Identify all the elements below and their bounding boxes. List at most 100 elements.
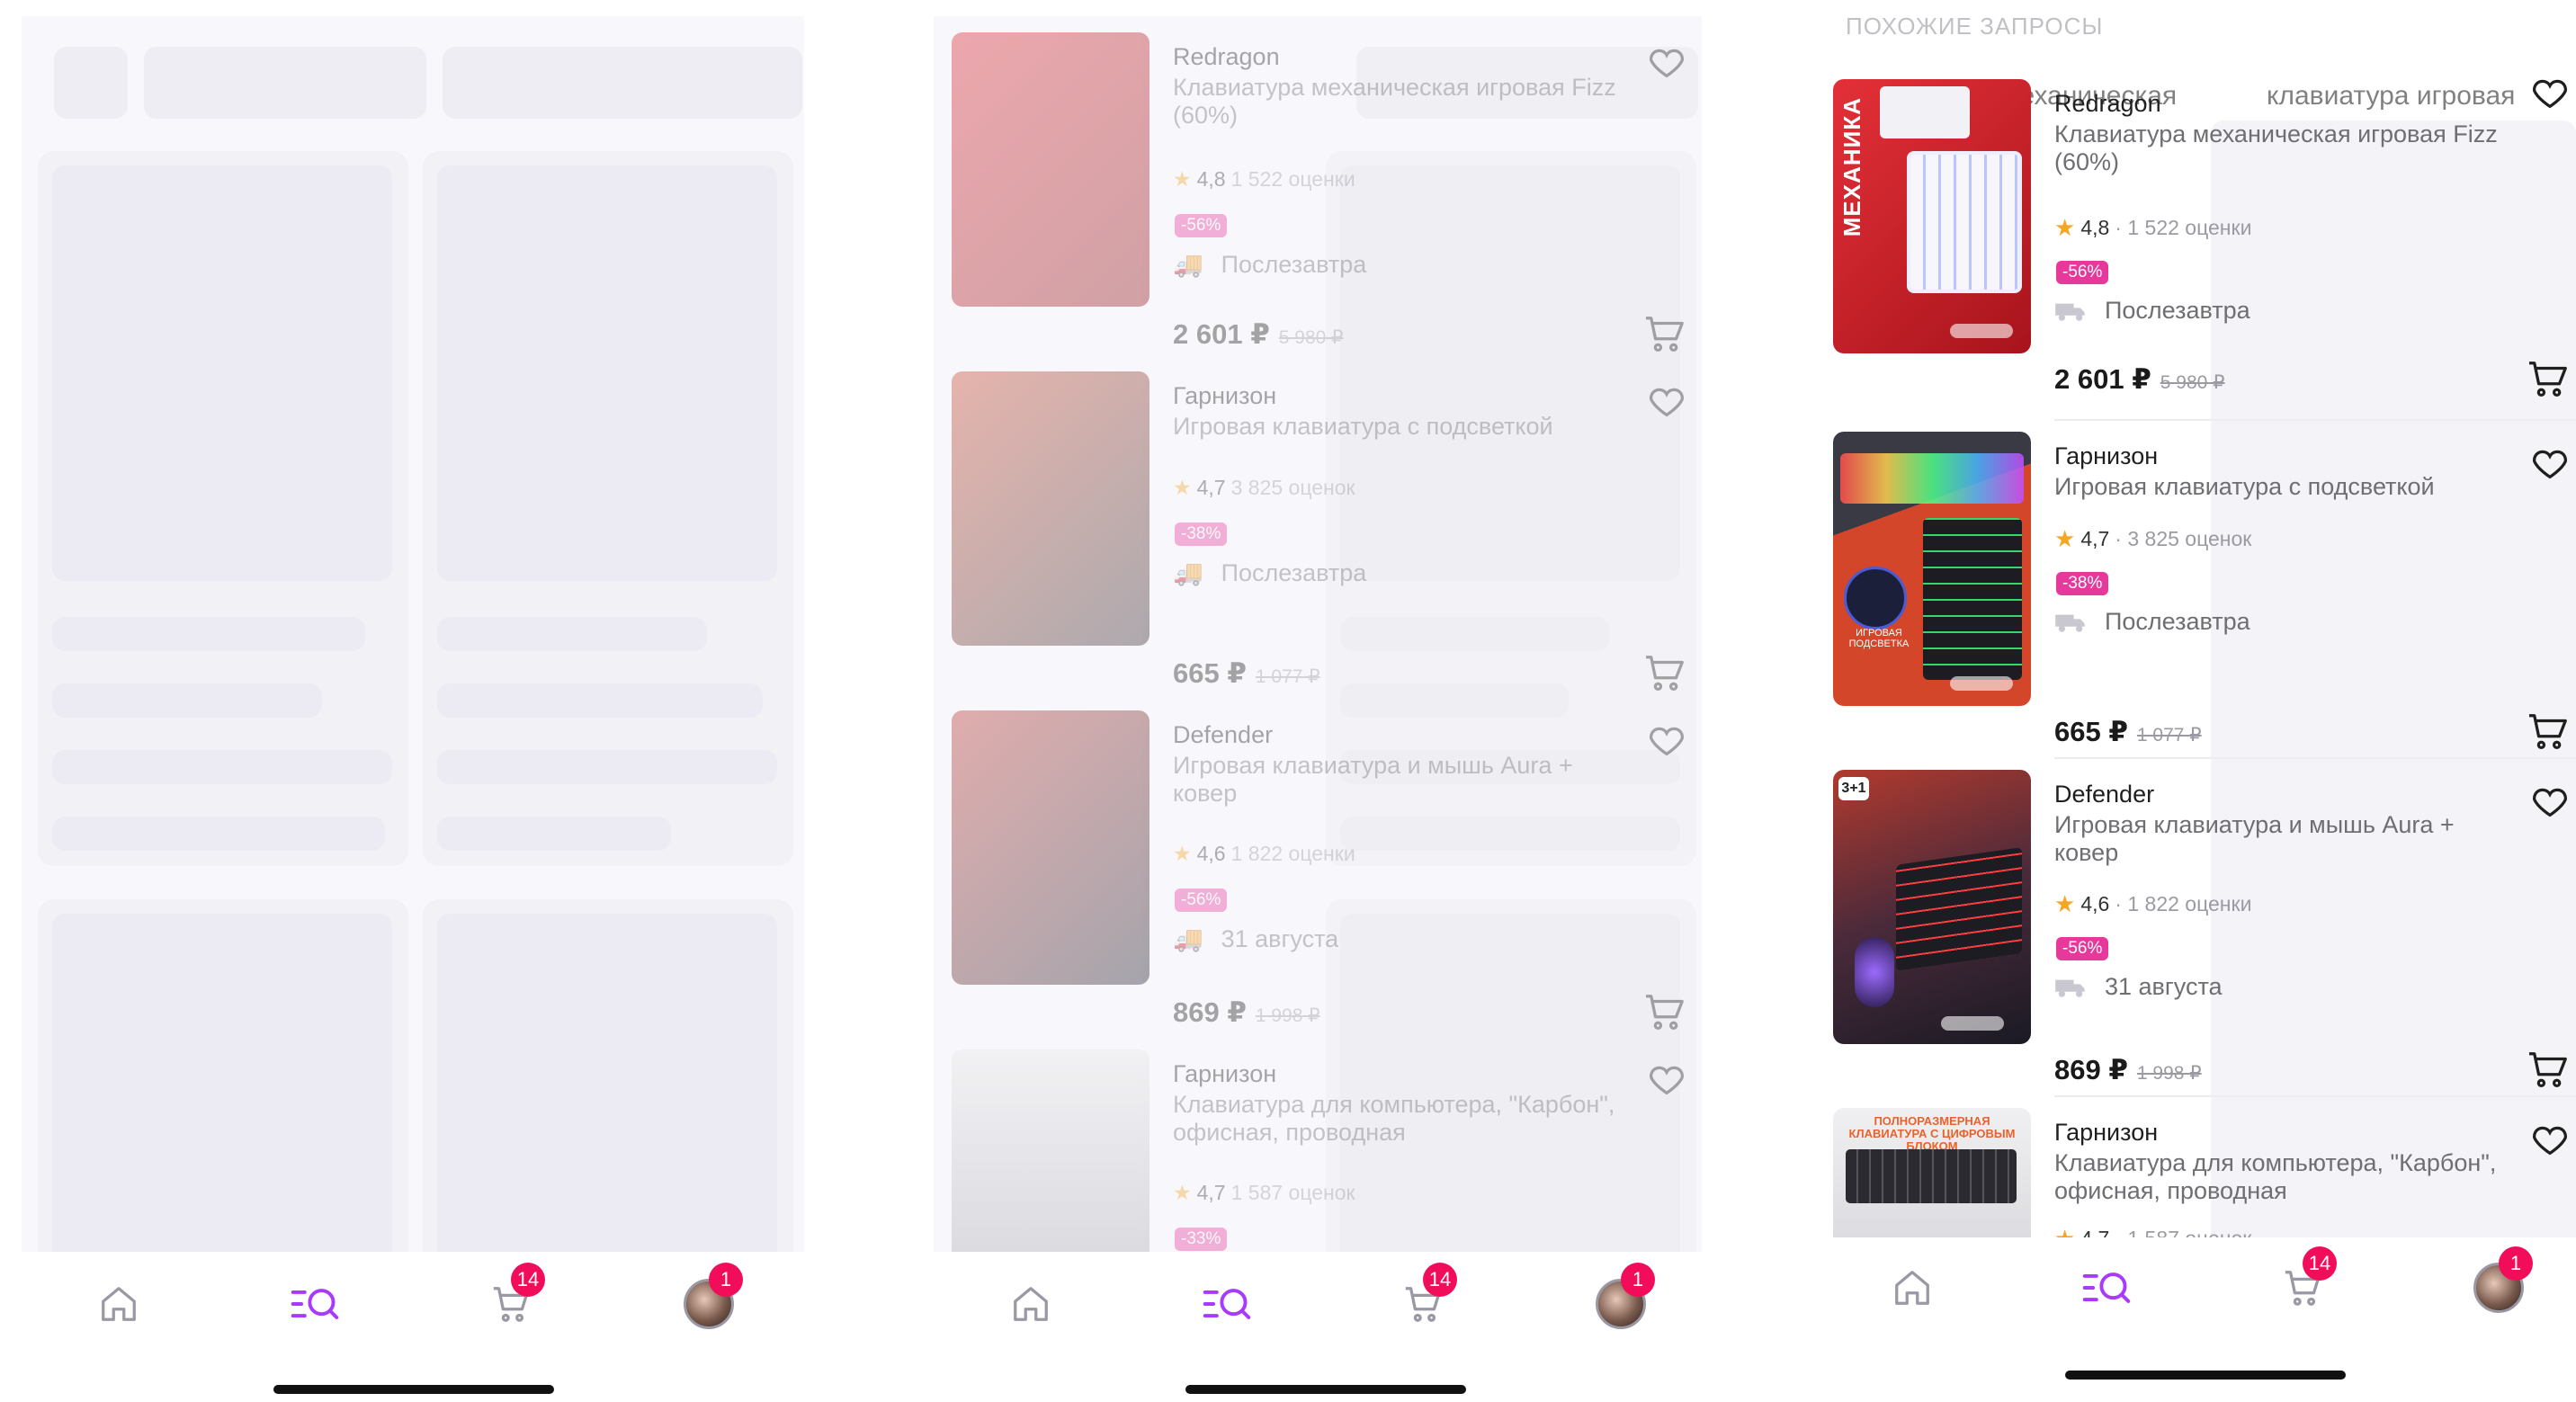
tab-catalog[interactable]: [1200, 1277, 1254, 1331]
tab-profile[interactable]: 1: [2472, 1246, 2533, 1315]
keyboard-image: [1907, 151, 2022, 293]
product-card[interactable]: Defender Игровая клавиатура и мышь Aura …: [952, 710, 1693, 1048]
add-to-cart-icon[interactable]: [2527, 358, 2572, 399]
product-brand: Redragon: [1173, 43, 1280, 70]
add-to-cart-icon[interactable]: [1644, 991, 1689, 1032]
divider: [2054, 757, 2576, 759]
truck-icon: [2055, 303, 2085, 321]
rating-value: 4,6: [2080, 892, 2110, 915]
product-image: 3+1: [1833, 770, 2031, 1044]
add-to-cart-icon[interactable]: [1644, 313, 1689, 354]
cart-badge: 14: [511, 1263, 545, 1297]
home-icon: [1895, 1271, 1929, 1305]
skeleton-line: [52, 683, 322, 718]
tab-catalog[interactable]: [2080, 1261, 2133, 1315]
profile-badge: 1: [709, 1263, 743, 1297]
reviews-count-text: 1 822 оценки: [2127, 892, 2252, 915]
product-card[interactable]: Гарнизон Игровая клавиатура с подсветкой…: [952, 371, 1693, 709]
product-image: ПОЛНОРАЗМЕРНАЯ КЛАВИАТУРА С ЦИФРОВЫМ БЛО…: [1833, 1108, 2031, 1248]
current-price: 665 ₽: [1173, 657, 1247, 689]
heart-icon[interactable]: [1646, 41, 1687, 83]
product-rating: ★ 4,7 · 3 825 оценок: [2054, 525, 2251, 553]
skeleton-line: [52, 817, 385, 851]
current-price: 665 ₽: [2054, 716, 2128, 747]
add-to-cart-icon[interactable]: [2527, 710, 2572, 752]
product-title: Игровая клавиатура с подсветкой: [1173, 413, 1553, 440]
product-brand: Гарнизон: [1173, 1060, 1277, 1087]
truck-icon: [2055, 614, 2085, 632]
old-price: 1 077 ₽: [2136, 725, 2202, 746]
delivery-info: 🚚 Послезавтра: [1173, 558, 1366, 587]
product-rating: ★ 4,8 1 522 оценки: [1173, 167, 1355, 192]
phone-loading-skeleton: 14 1: [22, 16, 804, 1402]
star-icon: ★: [2054, 525, 2076, 552]
rating-value: 4,6: [1196, 842, 1226, 865]
product-rating: ★ 4,6 1 822 оценки: [1173, 842, 1355, 866]
product-rating: ★ 4,7 1 587 оценок: [1173, 1181, 1355, 1205]
divider: [2054, 1095, 2576, 1097]
delivery-date: 31 августа: [1221, 924, 1339, 952]
product-card[interactable]: 3+1 Defender Игровая клавиатура и мышь A…: [1833, 770, 2576, 1107]
star-icon: ★: [1173, 476, 1192, 499]
product-card[interactable]: ПОЛНОРАЗМЕРНАЯ КЛАВИАТУРА С ЦИФРОВЫМ БЛО…: [1833, 1108, 2576, 1248]
tab-catalog[interactable]: [288, 1277, 342, 1331]
heart-icon[interactable]: [2529, 72, 2571, 113]
discount-badge: -56%: [1175, 889, 1228, 912]
heart-icon[interactable]: [1646, 1058, 1687, 1100]
reviews-count: 1 587 оценок: [1230, 1181, 1355, 1204]
catalog-search-icon: [1203, 1289, 1251, 1319]
skeleton-card: [38, 151, 408, 866]
heart-icon[interactable]: [2529, 1119, 2571, 1160]
product-brand: Гарнизон: [1173, 382, 1277, 409]
product-title: Клавиатура механическая игровая Fizz (60…: [2054, 121, 2498, 175]
add-to-cart-icon[interactable]: [2527, 1049, 2572, 1090]
carousel-dots: [1950, 324, 2013, 338]
tab-home[interactable]: [1885, 1261, 1939, 1315]
product-brand: Defender: [1173, 721, 1274, 748]
tab-profile[interactable]: 1: [682, 1263, 743, 1331]
skeleton-line: [52, 750, 392, 784]
tab-profile[interactable]: 1: [1594, 1263, 1655, 1331]
product-rating: ★ 4,7 3 825 оценок: [1173, 476, 1355, 500]
catalog-search-icon: [2082, 1273, 2131, 1303]
phone-transition: Redragon Клавиатура механическая игровая…: [934, 16, 1702, 1402]
keyboard-image: [1923, 518, 2022, 680]
delivery-info: 🚚 31 августа: [1173, 924, 1338, 953]
tab-home[interactable]: [92, 1277, 146, 1331]
delivery-info: Послезавтра: [2054, 297, 2250, 325]
delivery-date: Послезавтра: [2105, 297, 2250, 324]
product-title: Игровая клавиатура и мышь Aura + ковер: [2054, 811, 2455, 866]
star-icon: ★: [1173, 1181, 1192, 1204]
product-image: [952, 710, 1149, 985]
product-card[interactable]: МЕХАНИКА Redragon Клавиатура механическа…: [1833, 79, 2576, 421]
tab-cart[interactable]: 14: [1396, 1263, 1457, 1331]
delivery-date: 31 августа: [2105, 973, 2223, 1000]
star-icon: ★: [1173, 842, 1192, 865]
similar-queries-heading: ПОХОЖИЕ ЗАПРОСЫ: [1846, 13, 2104, 40]
tab-cart[interactable]: 14: [484, 1263, 545, 1331]
old-price: 5 980 ₽: [1278, 327, 1344, 348]
product-price: 869 ₽ 1 998 ₽: [1173, 996, 1320, 1029]
skeleton-chip: [144, 47, 426, 119]
heart-icon[interactable]: [2529, 442, 2571, 484]
add-to-cart-icon[interactable]: [1644, 652, 1689, 693]
product-card[interactable]: ИГРОВАЯ ПОДСВЕТКА Гарнизон Игровая клави…: [1833, 432, 2576, 769]
heart-icon[interactable]: [1646, 719, 1687, 761]
skeleton-line: [437, 817, 671, 851]
phone-loaded: ПОХОЖИЕ ЗАПРОСЫ клавиатура механическая …: [1815, 13, 2576, 1402]
home-indicator: [2065, 1371, 2346, 1380]
thumb-caption: ИГРОВАЯ ПОДСВЕТКА: [1848, 628, 1910, 649]
home-indicator: [1185, 1385, 1466, 1394]
thumb-caption: ПОЛНОРАЗМЕРНАЯ КЛАВИАТУРА С ЦИФРОВЫМ БЛО…: [1848, 1114, 2016, 1153]
tab-home[interactable]: [1004, 1277, 1058, 1331]
tab-cart[interactable]: 14: [2276, 1246, 2337, 1315]
product-rating: ★ 4,8 · 1 522 оценки: [2054, 214, 2251, 242]
product-price: 2 601 ₽ 5 980 ₽: [1173, 318, 1344, 351]
heart-icon[interactable]: [1646, 380, 1687, 422]
product-price: 2 601 ₽ 5 980 ₽: [2054, 363, 2225, 396]
product-card[interactable]: Redragon Клавиатура механическая игровая…: [952, 32, 1693, 370]
divider: [2054, 419, 2576, 421]
discount-badge: -56%: [2056, 937, 2109, 960]
heart-icon[interactable]: [2529, 781, 2571, 822]
reviews-count: 1 522 оценки: [1230, 167, 1355, 191]
